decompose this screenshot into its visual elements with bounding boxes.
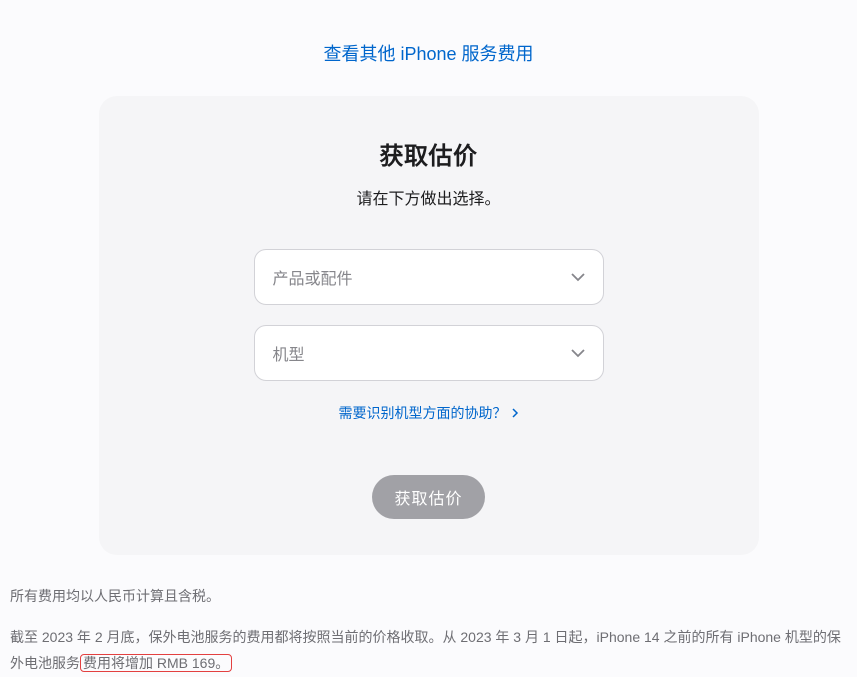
top-link-container: 查看其他 iPhone 服务费用 [8,0,849,96]
chevron-down-icon [571,346,585,360]
get-estimate-button[interactable]: 获取估价 [372,475,484,519]
footnotes: 所有费用均以人民币计算且含税。 截至 2023 年 2 月底，保外电池服务的费用… [8,555,849,677]
product-select[interactable]: 产品或配件 [254,249,604,305]
chevron-right-icon [511,408,519,418]
other-services-link[interactable]: 查看其他 iPhone 服务费用 [323,44,533,64]
product-select-label: 产品或配件 [273,265,353,289]
estimate-card: 获取估价 请在下方做出选择。 产品或配件 机型 需要识别机型方面的协助？ 获取估… [99,96,759,555]
footnote-tax: 所有费用均以人民币计算且含税。 [10,583,847,610]
card-title: 获取估价 [99,136,759,171]
card-subtitle: 请在下方做出选择。 [99,185,759,209]
model-select-label: 机型 [273,341,305,365]
footnote-highlight: 费用将增加 RMB 169。 [80,654,232,672]
model-select[interactable]: 机型 [254,325,604,381]
identify-model-help-link[interactable]: 需要识别机型方面的协助？ [339,403,519,423]
chevron-down-icon [571,270,585,284]
footnote-price-change: 截至 2023 年 2 月底，保外电池服务的费用都将按照当前的价格收取。从 20… [10,624,847,677]
help-link-label: 需要识别机型方面的协助？ [339,403,507,423]
footnote-text-lead: 务 [66,655,80,671]
